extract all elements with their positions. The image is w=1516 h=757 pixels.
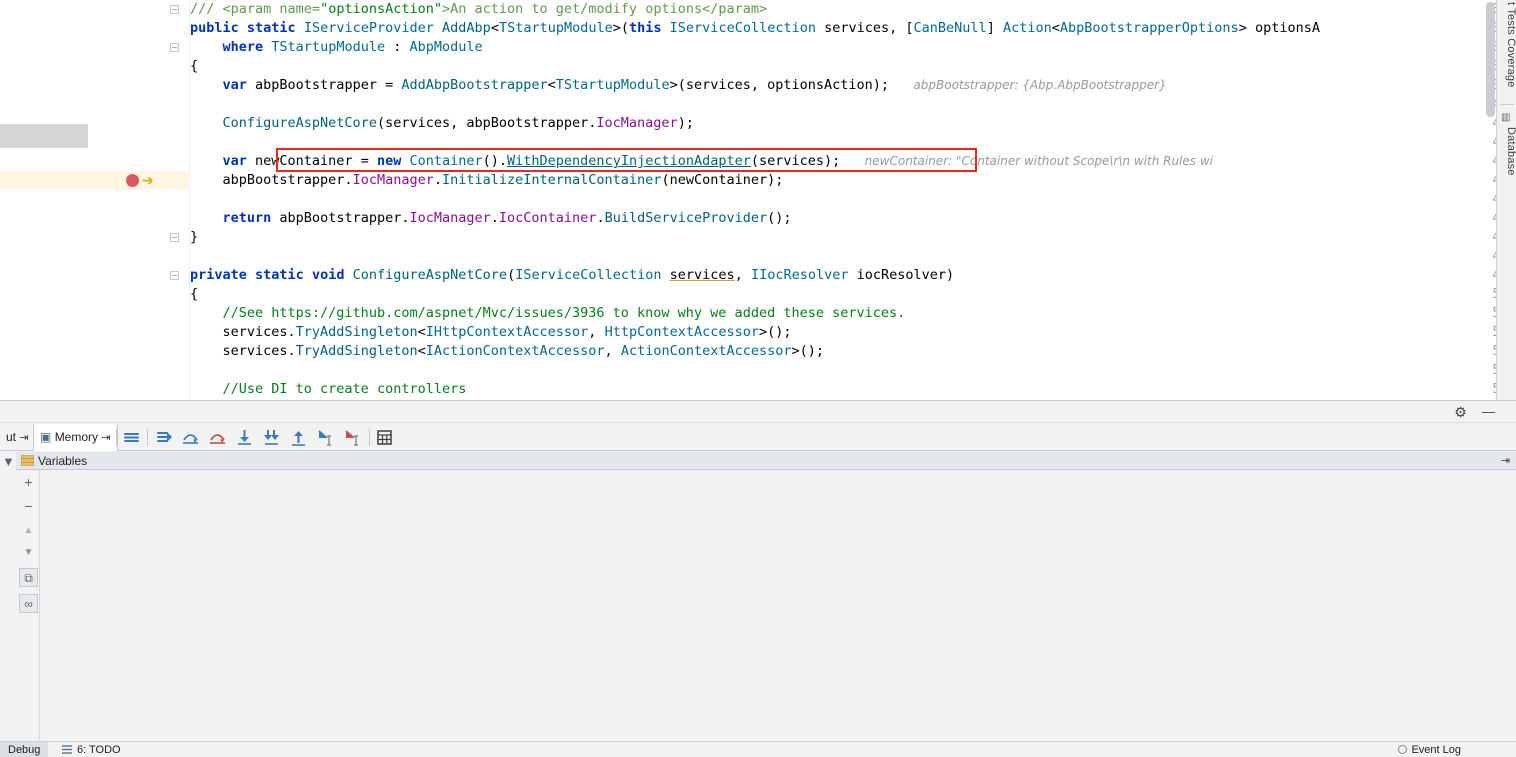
vtab-unit-tests-coverage[interactable]: t Tests Coverage — [1497, 2, 1516, 88]
tab-memory-label: Memory — [54, 430, 99, 444]
minimize-icon[interactable]: — — [1481, 405, 1496, 420]
editor-vertical-scrollbar[interactable] — [1486, 2, 1495, 117]
variables-header: Variables ⇥ — [16, 452, 1516, 470]
event-log-icon — [1398, 745, 1408, 754]
code-line-50: { — [190, 286, 199, 302]
remove-watch-button[interactable]: − — [19, 497, 38, 516]
variables-icon — [21, 455, 34, 466]
right-tool-strip[interactable]: t Tests Coverage ▥ Database — [1496, 0, 1516, 400]
database-icon: ▥ — [1501, 112, 1511, 123]
tab-output[interactable]: ut ⇥ — [0, 424, 35, 451]
code-line-46: return abpBootstrapper.IocManager.IocCon… — [222, 210, 792, 226]
code-content[interactable]: /// <param name="optionsAction">An actio… — [190, 0, 1482, 400]
tab-memory[interactable]: ▣ Memory ⇥ — [33, 424, 118, 451]
debug-panel-tabs: ut ⇥ ▣ Memory ⇥ — [0, 424, 1516, 451]
code-line-52: services.TryAddSingleton<IHttpContextAcc… — [190, 324, 792, 340]
step-over-button[interactable] — [180, 427, 201, 448]
status-event-log[interactable]: Event Log — [1398, 742, 1461, 757]
code-line-36: public static IServiceProvider AddAbp<TS… — [190, 20, 1320, 36]
gear-icon[interactable]: ⚙ — [1453, 405, 1468, 420]
fold-mark-35[interactable] — [170, 5, 179, 14]
code-line-53: services.TryAddSingleton<IActionContextA… — [190, 343, 825, 359]
drop-frame-button[interactable] — [288, 427, 309, 448]
fold-mark-37[interactable] — [170, 43, 179, 52]
breakpoint-icon[interactable] — [126, 174, 139, 187]
code-line-41: ConfigureAspNetCore(services, abpBootstr… — [222, 115, 694, 131]
step-out-button[interactable] — [261, 427, 282, 448]
code-line-43: var newContainer = new Container().WithD… — [222, 153, 1214, 169]
variables-header-label: Variables — [38, 454, 88, 468]
code-line-51: //See https://github.com/aspnet/Mvc/issu… — [222, 305, 906, 321]
pin-icon-memory[interactable]: ⇥ — [101, 432, 110, 444]
status-debug-tab[interactable]: Debug — [0, 742, 49, 757]
tab-output-label: ut — [6, 430, 17, 444]
editor-left-ghost-block — [0, 124, 88, 148]
force-step-into-button[interactable] — [234, 427, 255, 448]
code-folding-column[interactable] — [160, 0, 190, 400]
status-bar: Debug 6: TODO Event Log — [0, 741, 1516, 757]
fold-mark-49[interactable] — [170, 271, 179, 280]
inspect-button[interactable]: ∞ — [19, 594, 38, 613]
execution-pointer-icon: ➔ — [142, 172, 154, 188]
status-todo-label[interactable]: 6: TODO — [77, 742, 121, 757]
add-watch-button[interactable]: + — [19, 473, 38, 492]
code-line-35: /// <param name="optionsAction">An actio… — [190, 1, 768, 17]
move-down-button[interactable]: ▼ — [19, 543, 38, 562]
code-line-55: //Use DI to create controllers — [222, 381, 467, 397]
fold-mark-47[interactable] — [170, 233, 179, 242]
pin-icon-output[interactable]: ⇥ — [19, 432, 28, 444]
pin-icon-variables[interactable]: ⇥ — [1501, 454, 1510, 467]
code-editor[interactable]: 3536373839404142434445464748495051525354… — [0, 0, 1516, 400]
inline-hint-43: newContainer: "Container without Scope\r… — [864, 154, 1214, 168]
view-breakpoints-button[interactable] — [121, 427, 142, 448]
show-execution-point-button[interactable] — [153, 427, 174, 448]
vtab-database[interactable]: Database — [1497, 127, 1516, 176]
code-line-49: private static void ConfigureAspNetCore(… — [190, 267, 955, 283]
debug-panel-titlebar: ⚙ — — [0, 400, 1516, 423]
code-line-37: where TStartupModule : AbpModule — [222, 39, 483, 55]
inline-hint-39: abpBootstrapper: {Abp.AbpBootstrapper} — [913, 78, 1167, 92]
code-line-39: var abpBootstrapper = AddAbpBootstrapper… — [222, 77, 1167, 93]
status-todo-icon — [62, 742, 73, 757]
debug-tool-window: ⚙ — ut ⇥ ▣ Memory ⇥ Variables ⇥ + − ▲ ▼ … — [0, 400, 1516, 757]
run-to-cursor-button[interactable] — [315, 427, 336, 448]
force-run-to-cursor-button[interactable] — [342, 427, 363, 448]
status-event-log-label: Event Log — [1411, 744, 1461, 756]
duplicate-watch-button[interactable]: ⧉ — [19, 568, 38, 587]
memory-icon: ▣ — [40, 430, 52, 444]
watches-toolbar: + − ▲ ▼ ⧉ ∞ — [16, 470, 40, 740]
evaluate-expression-button[interactable] — [374, 427, 395, 448]
code-line-47: } — [190, 229, 199, 245]
editor-left-strip — [0, 0, 88, 400]
move-up-button[interactable]: ▲ — [19, 521, 38, 540]
filter-icon[interactable]: ▼ — [2, 454, 15, 469]
ide-window: 3536373839404142434445464748495051525354… — [0, 0, 1516, 757]
step-into-button[interactable] — [207, 427, 228, 448]
code-line-38: { — [190, 58, 199, 74]
code-line-44: abpBootstrapper.IocManager.InitializeInt… — [190, 172, 784, 188]
